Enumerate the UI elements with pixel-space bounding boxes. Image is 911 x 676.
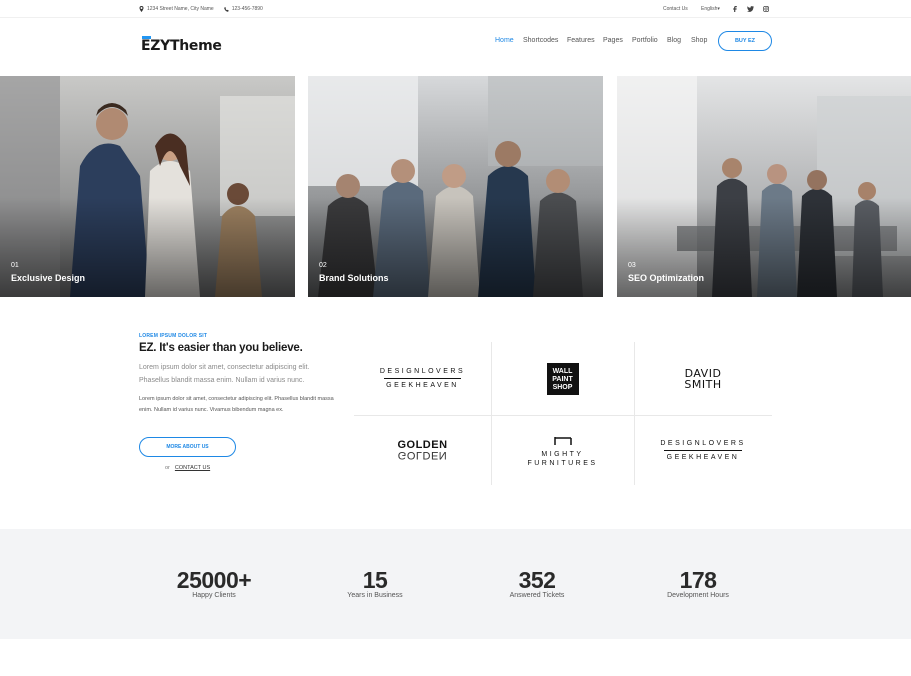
nav-shop[interactable]: Shop (691, 37, 707, 47)
david-smith-logo[interactable]: DAVID SMITH (634, 342, 772, 415)
lead-paragraph: Lorem ipsum dolor sit amet, consectetur … (139, 364, 310, 384)
chevron-down-icon: ▾ (717, 6, 720, 12)
designlovers-top-text: DESIGNLOVERS (660, 439, 746, 447)
nav-home[interactable]: Home (495, 37, 514, 47)
phone-item[interactable]: 123-456-7890 (223, 6, 263, 12)
section-heading: EZ. It's easier than you believe. (139, 342, 303, 354)
furnitures-text: FURNITURES (527, 460, 598, 467)
section-eyebrow: LOREM IPSUM DOLOR SIT (139, 333, 208, 339)
phone-text: 123-456-7890 (231, 6, 263, 12)
wallpaint-line2: PAINT (552, 375, 573, 383)
stat-number: 15 (362, 567, 388, 593)
address-item: 1234 Street Name, City Name (139, 6, 214, 12)
nav-features[interactable]: Features (567, 37, 595, 47)
stat-label: Answered Tickets (509, 592, 565, 599)
furniture-icon (553, 437, 572, 445)
top-bar: 1234 Street Name, City Name 123-456-7890… (0, 0, 911, 18)
wallpaint-line1: WALL (552, 367, 573, 375)
body-paragraph: Lorem ipsum dolor sit amet, consectetur … (139, 396, 334, 413)
twitter-icon[interactable] (747, 6, 754, 12)
office-photo (0, 76, 295, 297)
designlovers-bottom-text: GEEKHEAVEN (666, 453, 740, 461)
wallpaint-line3: SHOP (552, 383, 573, 391)
more-about-us-button[interactable]: MORE ABOUT US (139, 437, 236, 457)
feature-number: 03 (628, 262, 636, 269)
contact-line: or CONTACT US (165, 465, 210, 471)
facebook-icon[interactable] (733, 6, 737, 12)
phone-icon (223, 6, 229, 12)
feature-title: Brand Solutions (319, 273, 389, 283)
client-logos-grid: DESIGNLOVERS GEEKHEAVEN WALL PAINT SHOP … (354, 342, 772, 485)
or-text: or (165, 465, 170, 471)
site-logo[interactable]: EZYTheme (141, 36, 222, 54)
contact-info: 1234 Street Name, City Name 123-456-7890 (139, 6, 273, 12)
stat-years-in-business: 15 Years in Business (315, 567, 435, 599)
map-pin-icon (139, 6, 144, 12)
stat-label: Years in Business (347, 592, 403, 599)
stat-number: 178 (679, 567, 717, 593)
logo-text: EZYTheme (141, 38, 222, 54)
mighty-furnitures-logo[interactable]: MIGHTY FURNITURES (491, 415, 634, 485)
language-selector[interactable]: English▾ (701, 6, 720, 12)
golden-reflection: GOLDEN (397, 449, 448, 461)
designlovers-logo-2[interactable]: DESIGNLOVERS GEEKHEAVEN (634, 415, 772, 485)
stat-answered-tickets: 352 Answered Tickets (477, 567, 597, 599)
buy-button[interactable]: BUY EZ (718, 31, 772, 51)
address-text: 1234 Street Name, City Name (147, 6, 214, 12)
stat-label: Development Hours (667, 592, 729, 599)
nav-shortcodes[interactable]: Shortcodes (523, 37, 558, 47)
feature-card-brand-solutions[interactable]: 02 Brand Solutions (308, 76, 603, 297)
feature-number: 01 (11, 262, 19, 269)
language-label: English (701, 6, 718, 12)
feature-card-seo-optimization[interactable]: 03 SEO Optimization (617, 76, 911, 297)
contact-us-link[interactable]: CONTACT US (175, 465, 210, 471)
david-text: DAVID (684, 366, 722, 380)
team-photo (308, 76, 603, 297)
designlovers-logo[interactable]: DESIGNLOVERS GEEKHEAVEN (354, 342, 491, 415)
stat-number: 352 (518, 567, 556, 593)
nav-pages[interactable]: Pages (603, 37, 623, 47)
nav-portfolio[interactable]: Portfolio (632, 37, 658, 47)
instagram-icon[interactable] (763, 6, 769, 12)
top-contact-link[interactable]: Contact Us (663, 6, 688, 12)
logo-rule (664, 449, 742, 451)
stats-section: 25000+ Happy Clients 15 Years in Busines… (0, 529, 911, 639)
stat-happy-clients: 25000+ Happy Clients (154, 567, 274, 599)
feature-title: Exclusive Design (11, 273, 86, 283)
smith-text: SMITH (684, 377, 722, 391)
workspace-photo (617, 76, 911, 297)
feature-number: 02 (319, 262, 327, 269)
stat-label: Happy Clients (192, 592, 236, 599)
golden-logo[interactable]: GOLDEN GOLDEN (354, 415, 491, 485)
stat-development-hours: 178 Development Hours (638, 567, 758, 599)
logo-accent-mark (142, 36, 151, 39)
designlovers-bottom-text: GEEKHEAVEN (386, 382, 459, 389)
feature-card-exclusive-design[interactable]: 01 Exclusive Design (0, 76, 295, 297)
designlovers-top-text: DESIGNLOVERS (379, 368, 466, 375)
stat-number: 25000+ (176, 567, 252, 593)
nav-blog[interactable]: Blog (667, 37, 681, 47)
mighty-text: MIGHTY (541, 451, 584, 458)
wall-paint-shop-logo[interactable]: WALL PAINT SHOP (491, 342, 634, 415)
logo-rule (383, 378, 462, 379)
feature-title: SEO Optimization (628, 273, 705, 283)
